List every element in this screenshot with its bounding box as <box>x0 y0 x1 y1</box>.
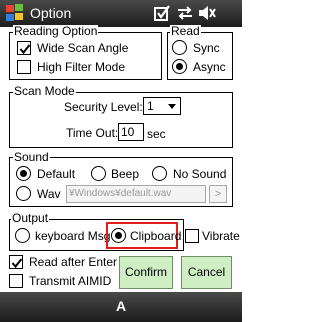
read-legend: Read <box>170 24 201 38</box>
sync-radio[interactable] <box>172 40 187 55</box>
windows-logo-icon[interactable] <box>5 4 25 23</box>
async-radio[interactable] <box>172 59 187 74</box>
timeout-unit: sec <box>147 127 166 141</box>
confirm-button[interactable]: Confirm <box>119 256 173 289</box>
sound-beep-label[interactable]: Beep <box>111 167 139 181</box>
clipboard-radio[interactable] <box>111 228 126 243</box>
timeout-label: Time Out: <box>66 126 119 140</box>
transmit-aimid-checkbox[interactable] <box>9 274 23 288</box>
security-level-select[interactable]: 1 <box>143 97 181 115</box>
connectivity-icon[interactable] <box>175 3 195 23</box>
sound-beep-radio[interactable] <box>91 166 106 181</box>
volume-icon[interactable] <box>197 3 217 23</box>
wav-path-input[interactable]: ¥Windows¥default.wav <box>66 185 206 203</box>
softkey-input-indicator[interactable]: A <box>0 298 242 314</box>
timeout-input[interactable]: 10 <box>118 123 144 141</box>
sound-no-sound-radio[interactable] <box>152 166 167 181</box>
read-after-enter-checkbox[interactable] <box>9 255 23 269</box>
vibrate-label[interactable]: Vibrate <box>202 229 240 243</box>
sound-wav-label[interactable]: Wav <box>37 187 61 201</box>
sync-label[interactable]: Sync <box>193 41 220 55</box>
checkbox-icon[interactable] <box>152 3 172 23</box>
security-level-label: Security Level: <box>64 100 143 114</box>
transmit-aimid-label[interactable]: Transmit AIMID <box>29 274 111 288</box>
async-label[interactable]: Async <box>193 60 226 74</box>
reading-option-legend: Reading Option <box>13 24 99 38</box>
softkey-bar: A <box>0 292 242 322</box>
title-bar: Option <box>0 0 242 27</box>
vibrate-checkbox[interactable] <box>185 229 199 243</box>
keyboard-msg-label[interactable]: keyboard Msg <box>35 229 110 243</box>
page-title: Option <box>30 5 72 21</box>
clipboard-label[interactable]: Clipboard <box>130 229 181 243</box>
high-filter-mode-checkbox[interactable] <box>17 60 31 74</box>
chevron-down-icon <box>168 104 176 109</box>
keyboard-msg-radio[interactable] <box>15 228 30 243</box>
high-filter-mode-label[interactable]: High Filter Mode <box>37 60 125 74</box>
sound-default-radio[interactable] <box>16 166 31 181</box>
sound-legend: Sound <box>13 150 50 164</box>
security-level-value: 1 <box>147 99 154 113</box>
read-after-enter-label[interactable]: Read after Enter <box>29 255 117 269</box>
wav-browse-button[interactable]: > <box>209 185 227 203</box>
scan-mode-legend: Scan Mode <box>13 84 76 98</box>
sound-no-sound-label[interactable]: No Sound <box>173 167 226 181</box>
sound-default-label[interactable]: Default <box>37 167 75 181</box>
sound-wav-radio[interactable] <box>16 186 31 201</box>
wide-scan-angle-checkbox[interactable] <box>17 41 31 55</box>
output-legend: Output <box>11 211 50 225</box>
wide-scan-angle-label[interactable]: Wide Scan Angle <box>37 41 128 55</box>
cancel-button[interactable]: Cancel <box>181 256 232 289</box>
